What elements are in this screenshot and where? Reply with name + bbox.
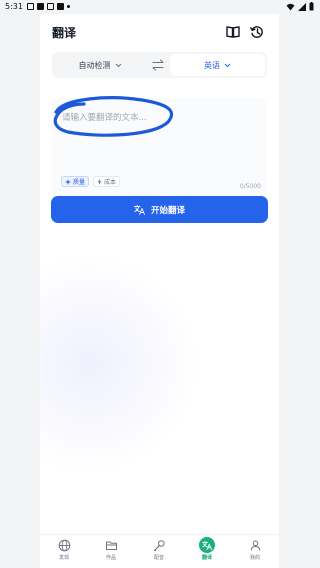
status-time: 5:31: [5, 2, 23, 11]
source-language-dropdown[interactable]: 自动检测: [52, 52, 148, 78]
person-icon: [250, 540, 260, 551]
nav-item-discover[interactable]: 发现: [44, 539, 84, 567]
system-icons: [286, 2, 314, 11]
source-language-label: 自动检测: [78, 60, 111, 70]
notification-icon: [37, 3, 44, 10]
notification-icon: [27, 3, 34, 10]
character-counter: 0/5000: [239, 183, 261, 190]
start-translation-label: 开始翻译: [150, 205, 185, 216]
translate-icon: [134, 204, 145, 215]
source-text-card: 质量 成本 0/5000: [52, 96, 267, 198]
nav-label-translate: 翻译: [201, 555, 212, 561]
nav-item-profile[interactable]: 我的: [235, 539, 275, 567]
swap-languages-icon[interactable]: [151, 58, 165, 72]
notification-icon: [57, 3, 64, 10]
translate-screen: 翻译 自动检测 英语 质量: [40, 14, 279, 568]
signal-icon: [298, 2, 306, 11]
cost-mode-label: 成本: [104, 179, 117, 186]
chevron-down-icon: [115, 63, 121, 67]
page-title: 翻译: [52, 26, 77, 40]
nav-label-works: 作品: [105, 555, 116, 561]
header: 翻译: [52, 23, 271, 43]
battery-icon: [309, 2, 314, 11]
dot-icon: [67, 5, 70, 8]
bottom-navigation: 发现 作品 配音 翻译 我的: [40, 534, 279, 568]
notification-icon: [47, 3, 54, 10]
start-translation-button[interactable]: 开始翻译: [51, 196, 268, 223]
quality-mode-chip[interactable]: 质量: [61, 176, 90, 187]
sparkle-icon: [65, 178, 71, 185]
nav-item-dubbing[interactable]: 配音: [139, 539, 179, 567]
nav-label-profile: 我的: [249, 555, 260, 561]
nav-label-discover: 发现: [58, 555, 69, 561]
mode-chips: 质量 成本: [61, 176, 121, 187]
book-icon[interactable]: [225, 24, 241, 40]
status-bar: 5:31: [0, 0, 320, 14]
language-selector: 自动检测 英语: [52, 52, 267, 78]
nav-item-translate[interactable]: 翻译: [187, 537, 227, 567]
source-text-input[interactable]: [62, 108, 252, 128]
translate-icon: [202, 540, 212, 550]
target-language-dropdown[interactable]: 英语: [170, 54, 265, 76]
notification-icons: [27, 3, 70, 10]
nav-item-works[interactable]: 作品: [91, 539, 131, 567]
nav-label-dubbing: 配音: [153, 555, 164, 561]
chevron-down-icon: [224, 63, 231, 67]
cost-mode-chip[interactable]: 成本: [93, 176, 121, 187]
history-icon[interactable]: [249, 24, 265, 40]
globe-icon: [58, 539, 70, 552]
wifi-icon: [286, 3, 295, 10]
lightning-icon: [97, 178, 102, 185]
translate-nav-badge: [199, 537, 215, 553]
microphone-icon: [153, 540, 165, 552]
quality-mode-label: 质量: [73, 179, 86, 186]
folder-icon: [105, 541, 117, 550]
target-language-label: 英语: [204, 60, 220, 70]
